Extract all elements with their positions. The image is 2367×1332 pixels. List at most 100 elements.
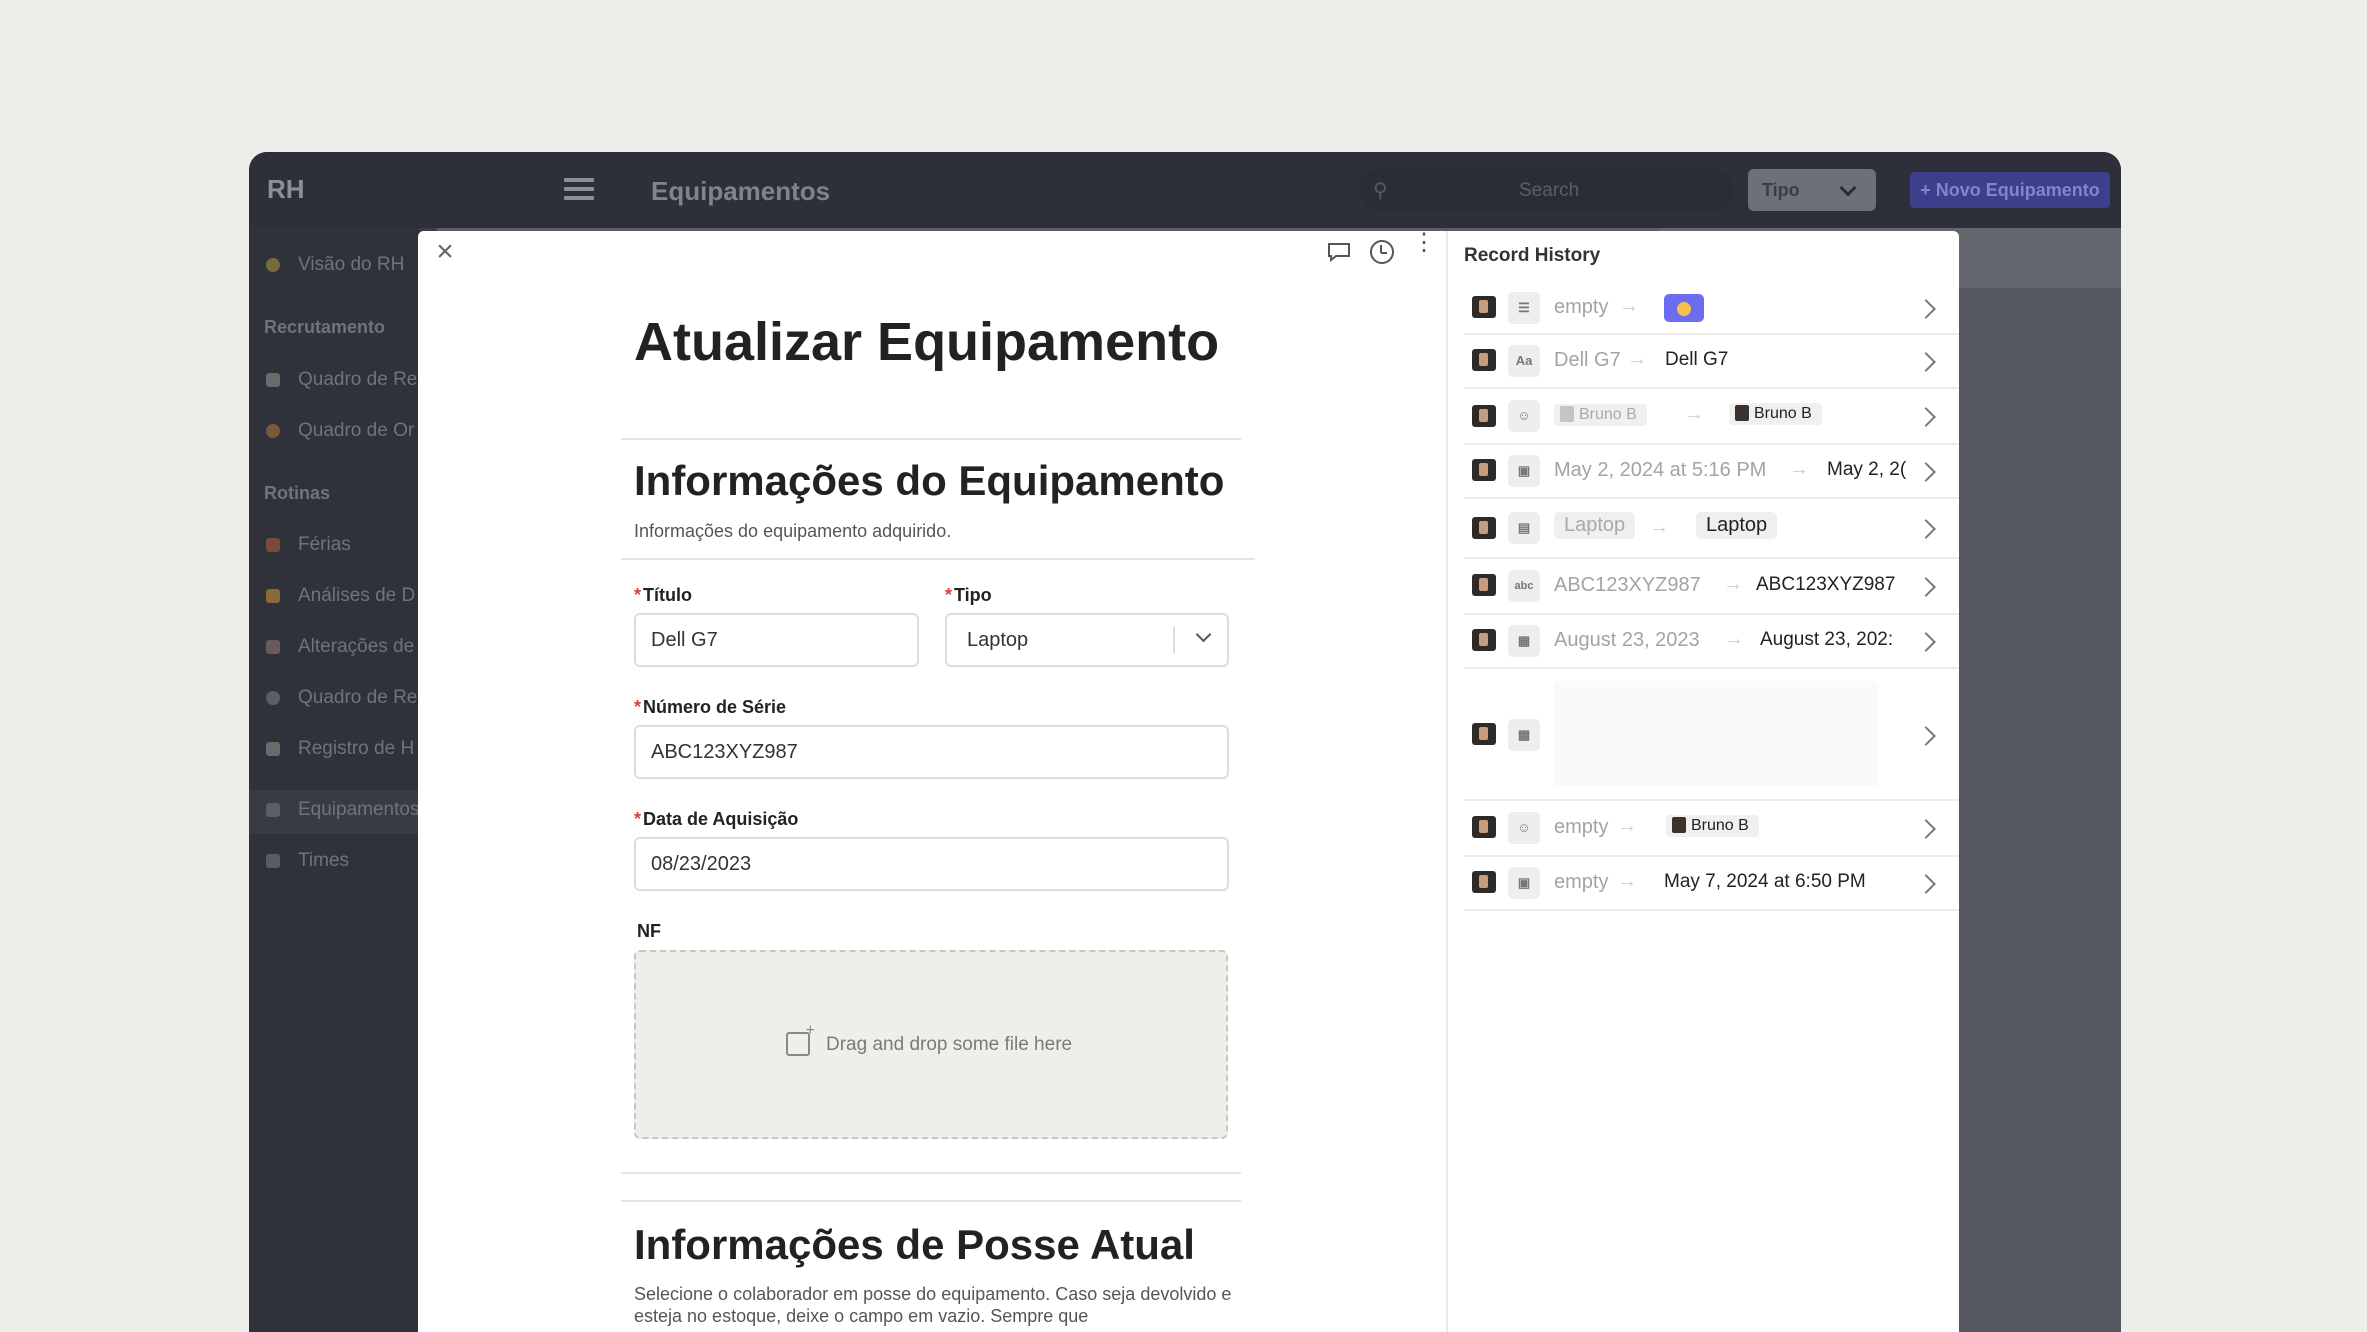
- history-row[interactable]: ☰ empty →: [1464, 283, 1959, 335]
- emoji-chip: [1664, 294, 1704, 322]
- arrow-right-icon: →: [1619, 295, 1639, 317]
- chevron-right-icon: [1916, 726, 1936, 746]
- arrow-right-icon: →: [1649, 516, 1669, 538]
- file-preview: [1554, 681, 1879, 786]
- app-title: RH: [267, 174, 305, 204]
- data-input[interactable]: 08/23/2023: [634, 837, 1229, 891]
- new-equipment-button[interactable]: + Novo Equipamento: [1910, 172, 2110, 208]
- org-icon: [266, 423, 280, 438]
- sidebar-item-quadro-re[interactable]: Quadro de Re: [266, 369, 419, 403]
- section-subtitle: Informações do equipamento adquirido.: [634, 521, 952, 541]
- sidebar-item-label: Equipamentos: [298, 799, 419, 820]
- user-icon: ☺: [1508, 812, 1540, 844]
- avatar: [1472, 405, 1496, 427]
- close-icon[interactable]: ×: [430, 237, 460, 267]
- tipo-label: * Tipo: [945, 585, 992, 605]
- sidebar-item-label: Quadro de Or: [298, 420, 415, 441]
- avatar: [1472, 574, 1496, 596]
- history-row[interactable]: ▣ May 2, 2024 at 5:16 PM → May 2, 2(: [1464, 445, 1959, 499]
- history-row[interactable]: ▩: [1464, 669, 1959, 801]
- date-icon: ▣: [1508, 455, 1540, 487]
- divider: [621, 1172, 1241, 1174]
- history-new-value: May 2, 2(: [1827, 459, 1907, 480]
- serie-label: * Número de Série: [634, 697, 787, 717]
- comment-icon[interactable]: [1327, 242, 1351, 262]
- history-old-value: empty: [1554, 296, 1609, 318]
- laptop-icon: [266, 802, 280, 817]
- sidebar-item-label: Quadro de Re: [298, 369, 418, 390]
- chevron-right-icon: [1916, 352, 1936, 372]
- avatar: [1472, 296, 1496, 318]
- history-icon[interactable]: [1370, 240, 1394, 264]
- section-rotinas: Rotinas: [264, 483, 331, 503]
- divider: [621, 558, 1255, 560]
- page-title: Equipamentos: [651, 176, 831, 206]
- history-row[interactable]: abc ABC123XYZ987 → ABC123XYZ987: [1464, 559, 1959, 615]
- history-row[interactable]: ▣ empty → May 7, 2024 at 6:50 PM: [1464, 857, 1959, 911]
- record-modal: × ⋮ Atualizar Equipamento Informações do…: [418, 231, 1959, 1332]
- sidebar-item-registro[interactable]: Registro de H: [266, 738, 419, 772]
- history-old-value: ABC123XYZ987: [1554, 574, 1701, 596]
- tipo-select[interactable]: Laptop: [945, 613, 1229, 667]
- sidebar-item-times[interactable]: Times: [266, 850, 419, 884]
- arrow-right-icon: →: [1723, 573, 1743, 595]
- serie-input[interactable]: ABC123XYZ987: [634, 725, 1229, 779]
- history-row[interactable]: Aa Dell G7 → Dell G7: [1464, 335, 1959, 389]
- sidebar-item-analises[interactable]: Análises de D: [266, 585, 419, 619]
- text-icon: Aa: [1508, 345, 1540, 377]
- board-icon: [266, 372, 280, 387]
- titulo-input[interactable]: Dell G7: [634, 613, 919, 667]
- history-row[interactable]: ▤ Laptop → Laptop: [1464, 499, 1959, 559]
- avatar: [1472, 459, 1496, 481]
- sidebar-item-visao[interactable]: Visão do RH: [266, 254, 419, 288]
- umbrella-icon: [266, 537, 280, 552]
- divider: [621, 438, 1241, 440]
- sidebar-item-label: Quadro de Re: [298, 687, 418, 708]
- chevron-right-icon: [1916, 299, 1936, 319]
- avatar: [1472, 816, 1496, 838]
- sidebar-item-label: Férias: [298, 534, 351, 555]
- sidebar-item-label: Alterações de: [298, 636, 415, 657]
- arrow-right-icon: →: [1684, 403, 1704, 425]
- avatar: [1472, 871, 1496, 893]
- section-title: Informações do Equipamento: [634, 457, 1225, 504]
- section-subtitle: Selecione o colaborador em posse do equi…: [634, 1284, 1232, 1326]
- file-dropzone[interactable]: Drag and drop some file here: [634, 950, 1228, 1139]
- calendar-icon: ▦: [1508, 625, 1540, 657]
- history-row[interactable]: ☺ Bruno B → Bruno B: [1464, 389, 1959, 445]
- search-icon: ⚲: [1373, 180, 1388, 202]
- sidebar-item-alteracoes[interactable]: Alterações de: [266, 636, 419, 670]
- person-icon: [266, 257, 280, 272]
- chevron-right-icon: [1916, 519, 1936, 539]
- sidebar-item-label: Análises de D: [298, 585, 416, 606]
- history-new-value: May 7, 2024 at 6:50 PM: [1664, 871, 1866, 892]
- sidebar-item-label: Registro de H: [298, 738, 415, 759]
- history-old-value: August 23, 2023: [1554, 629, 1700, 651]
- sidebar-item-label: Visão do RH: [298, 254, 405, 275]
- tipo-select-value: Laptop: [967, 629, 1029, 651]
- sidebar-item-ferias[interactable]: Férias: [266, 534, 419, 568]
- sidebar-item-quadro-or[interactable]: Quadro de Or: [266, 420, 419, 454]
- select-separator: [1173, 627, 1175, 653]
- sidebar-item-quadro-re2[interactable]: Quadro de Re: [266, 687, 419, 721]
- arrow-right-icon: →: [1617, 870, 1637, 892]
- sidebar-item-equipamentos[interactable]: Equipamentos: [266, 799, 419, 833]
- arrow-right-icon: →: [1724, 628, 1744, 650]
- chevron-down-icon: [1839, 179, 1857, 197]
- history-new-value: Dell G7: [1665, 349, 1729, 370]
- history-old-value: Dell G7: [1554, 349, 1621, 371]
- form-title: Atualizar Equipamento: [634, 312, 1220, 372]
- chevron-right-icon: [1916, 819, 1936, 839]
- tipo-filter[interactable]: Tipo: [1748, 169, 1876, 211]
- search-input[interactable]: ⚲ Search: [1359, 169, 1734, 211]
- chevron-right-icon: [1916, 632, 1936, 652]
- history-old-value: Laptop: [1554, 512, 1636, 539]
- history-old-value: Bruno B: [1554, 402, 1647, 426]
- history-row[interactable]: ▦ August 23, 2023 → August 23, 202:: [1464, 615, 1959, 669]
- dropzone-text: Drag and drop some file here: [826, 1034, 1073, 1055]
- menu-icon[interactable]: [564, 178, 594, 202]
- more-icon[interactable]: ⋮: [1412, 231, 1436, 255]
- data-label: * Data de Aquisição: [634, 809, 799, 829]
- history-row[interactable]: ☺ empty → Bruno B: [1464, 801, 1959, 857]
- avatar: [1472, 723, 1496, 745]
